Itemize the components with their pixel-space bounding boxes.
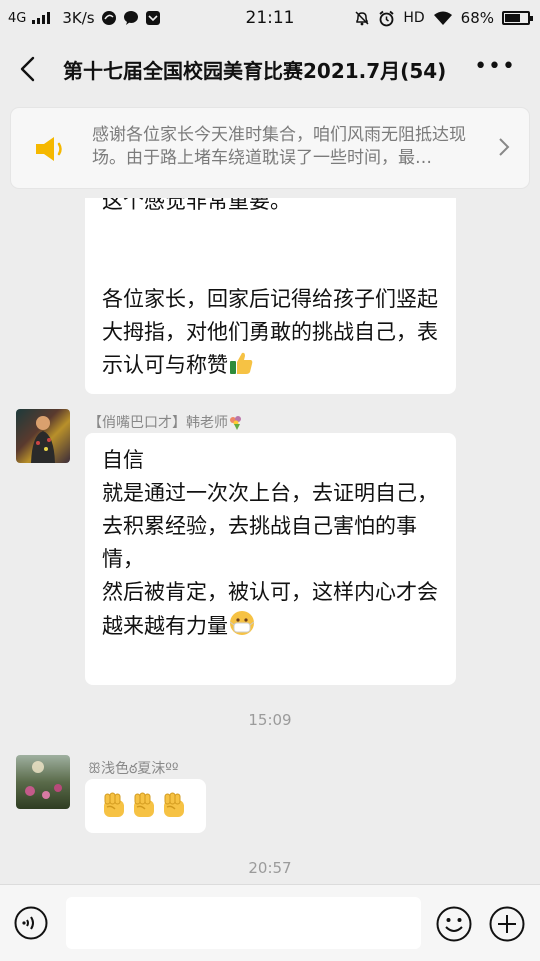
raised-fist-emoji-icon — [134, 792, 154, 817]
message-input[interactable] — [66, 897, 421, 949]
wifi-icon — [433, 11, 452, 25]
timestamp: 15:09 — [248, 711, 292, 729]
sender-name: 【俏嘴巴口才】韩老师 — [88, 412, 244, 432]
avatar[interactable] — [16, 409, 70, 463]
status-bar: 4G 3K/s 21:11 HD 68% — [0, 0, 540, 36]
message-bubble[interactable]: 自信 就是通过一次次上台，去证明自己， 去积累经验，去挑战自己害怕的事情， 然后… — [85, 433, 456, 685]
input-bar — [0, 884, 540, 961]
timestamp: 20:57 — [248, 859, 292, 877]
raised-fist-emoji-icon — [164, 792, 184, 817]
chevron-right-icon — [499, 138, 510, 156]
back-arrow-icon[interactable] — [14, 54, 44, 84]
hd-indicator: HD — [403, 10, 425, 26]
chat-header: 第十七届全国校园美育比赛2021.7月(54) ••• — [0, 36, 540, 102]
plus-icon[interactable] — [489, 906, 525, 942]
raised-fist-emoji-icon — [104, 792, 124, 817]
sender-name: ꕥ浅色ఠ夏沫ºº — [88, 761, 179, 777]
message-text: 各位家长，回家后记得给孩子们竖起大拇指，对他们勇敢的挑战自己，表示认可与称赞 — [102, 287, 438, 377]
avatar[interactable] — [16, 755, 70, 809]
message-bubble[interactable]: 这个感觉非常重要。 各位家长，回家后记得给孩子们竖起大拇指，对他们勇敢的挑战自己… — [85, 198, 456, 394]
more-options-button[interactable]: ••• — [474, 54, 516, 79]
chat-title: 第十七届全国校园美育比赛2021.7月(54) — [63, 59, 447, 83]
battery-percent: 68% — [460, 9, 494, 27]
voice-icon[interactable] — [14, 906, 48, 940]
message-text: 这个感觉非常重要。 — [102, 198, 291, 213]
message-text — [101, 791, 187, 819]
avatar-flowers-icon — [25, 761, 62, 799]
avatar-figure-icon — [31, 416, 55, 463]
group-notice-banner[interactable]: 感谢各位家长今天准时集合，咱们风雨无阻抵达现场。由于路上堵车绕道耽误了一些时间，… — [11, 108, 529, 188]
message-bubble[interactable] — [85, 779, 206, 833]
battery-icon — [502, 11, 533, 25]
message-text: 自信 就是通过一次次上台，去证明自己， 去积累经验，去挑战自己害怕的事情， 然后… — [102, 448, 438, 638]
flower-bouquet-emoji-icon — [230, 416, 241, 430]
thumbs-up-emoji-icon — [230, 352, 253, 374]
emoji-icon[interactable] — [436, 906, 472, 942]
chat-area[interactable]: 这个感觉非常重要。 各位家长，回家后记得给孩子们竖起大拇指，对他们勇敢的挑战自己… — [0, 198, 540, 884]
alarm-icon — [379, 10, 394, 26]
speaker-icon — [36, 137, 62, 161]
masked-face-emoji-icon — [229, 611, 255, 635]
notice-text: 感谢各位家长今天准时集合，咱们风雨无阻抵达现场。由于路上堵车绕道耽误了一些时间，… — [92, 125, 466, 168]
mute-bell-icon — [355, 11, 369, 26]
